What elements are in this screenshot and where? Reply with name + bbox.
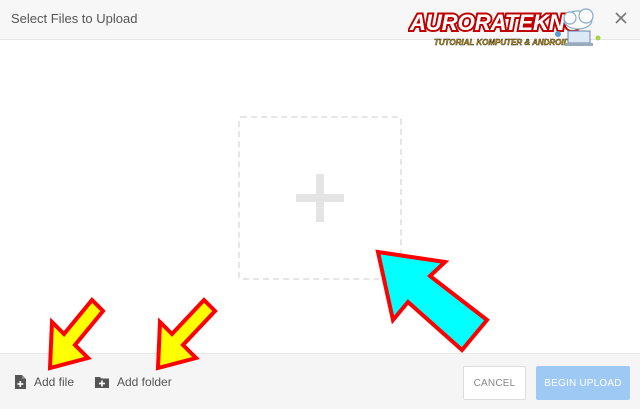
close-icon[interactable] xyxy=(612,9,630,27)
plus-icon xyxy=(296,174,344,222)
watermark-brand-fill: AURORATEKNO xyxy=(409,10,582,35)
add-file-button[interactable]: Add file xyxy=(14,375,74,389)
dialog-footer: Add file Add folder CANCEL BEGIN UPLOAD xyxy=(0,353,640,409)
watermark-tagline: TUTORIAL KOMPUTER & ANDROID xyxy=(434,38,570,47)
cancel-button[interactable]: CANCEL xyxy=(463,366,526,400)
add-folder-label: Add folder xyxy=(117,375,172,389)
dialog-title: Select Files to Upload xyxy=(11,11,138,26)
folder-plus-icon xyxy=(95,377,109,388)
begin-upload-button[interactable]: BEGIN UPLOAD xyxy=(536,366,630,400)
file-plus-icon xyxy=(15,375,26,389)
watermark-logo: AURORATEKNO AURORATEKNO TUTORIAL KOMPUTE… xyxy=(408,8,601,47)
dialog-header: Select Files to Upload AURORATEKNO AUROR… xyxy=(0,0,640,47)
file-drop-zone[interactable] xyxy=(238,116,402,280)
add-file-label: Add file xyxy=(34,375,75,389)
add-folder-button[interactable]: Add folder xyxy=(95,375,172,389)
upload-dialog: Select Files to Upload AURORATEKNO AUROR… xyxy=(0,0,640,409)
